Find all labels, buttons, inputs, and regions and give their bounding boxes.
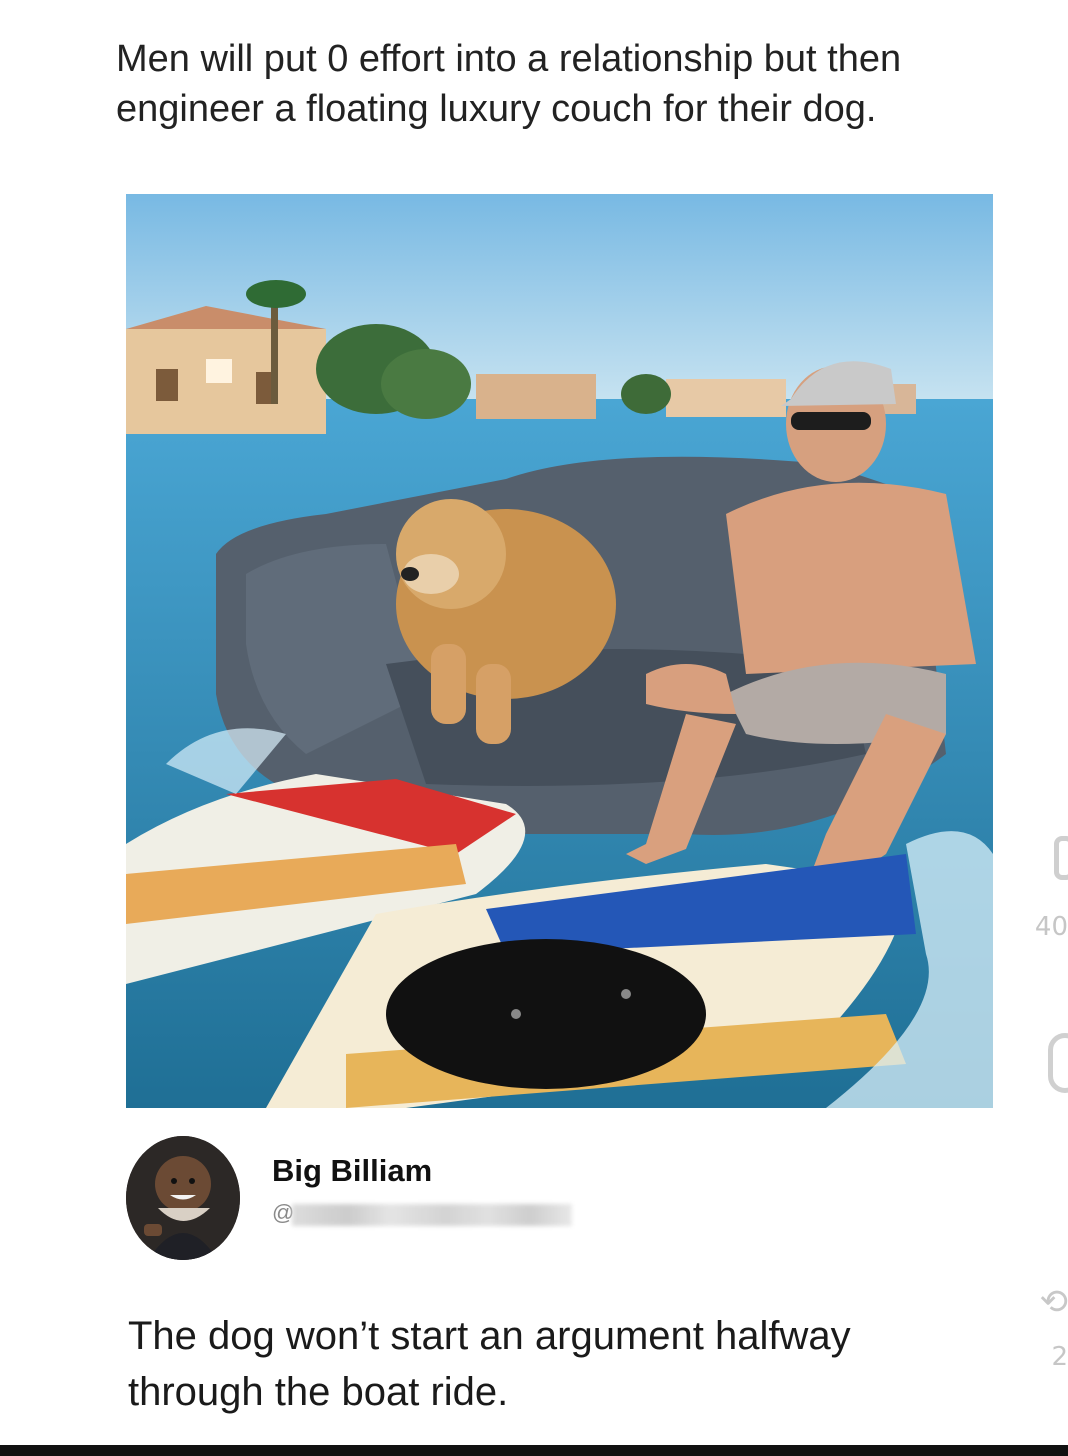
reply-count: 40 <box>1034 912 1068 942</box>
reply-text: The dog won’t start an argument halfway … <box>128 1308 1038 1420</box>
reply-text-line-1: The dog won’t start an argument halfway <box>128 1314 851 1358</box>
reply-author[interactable]: Big Billiam <box>272 1153 432 1189</box>
post-caption-line-1: Men will put 0 effort into a relationshi… <box>116 38 902 80</box>
handle-blurred <box>292 1204 572 1226</box>
post-caption: Men will put 0 effort into a relationshi… <box>116 34 1068 134</box>
reply-text-line-2: through the boat ride. <box>128 1370 509 1414</box>
avatar[interactable] <box>126 1136 240 1260</box>
handle-at-sign: @ <box>272 1200 295 1225</box>
bottom-divider <box>0 1445 1068 1456</box>
post-image[interactable] <box>126 194 993 1108</box>
dog-on-floating-couch-photo <box>126 194 993 1108</box>
comment-icon[interactable] <box>1054 836 1068 880</box>
like-count: 2 <box>1051 1342 1068 1372</box>
share-icon[interactable]: ⟲ <box>1040 1282 1068 1322</box>
avatar-photo <box>126 1136 240 1260</box>
post-caption-line-2: engineer a floating luxury couch for the… <box>116 88 877 130</box>
reply-handle[interactable]: @ <box>272 1200 572 1228</box>
like-icon[interactable] <box>1048 1033 1068 1093</box>
reply-card[interactable]: Big Billiam @ <box>126 1136 926 1266</box>
